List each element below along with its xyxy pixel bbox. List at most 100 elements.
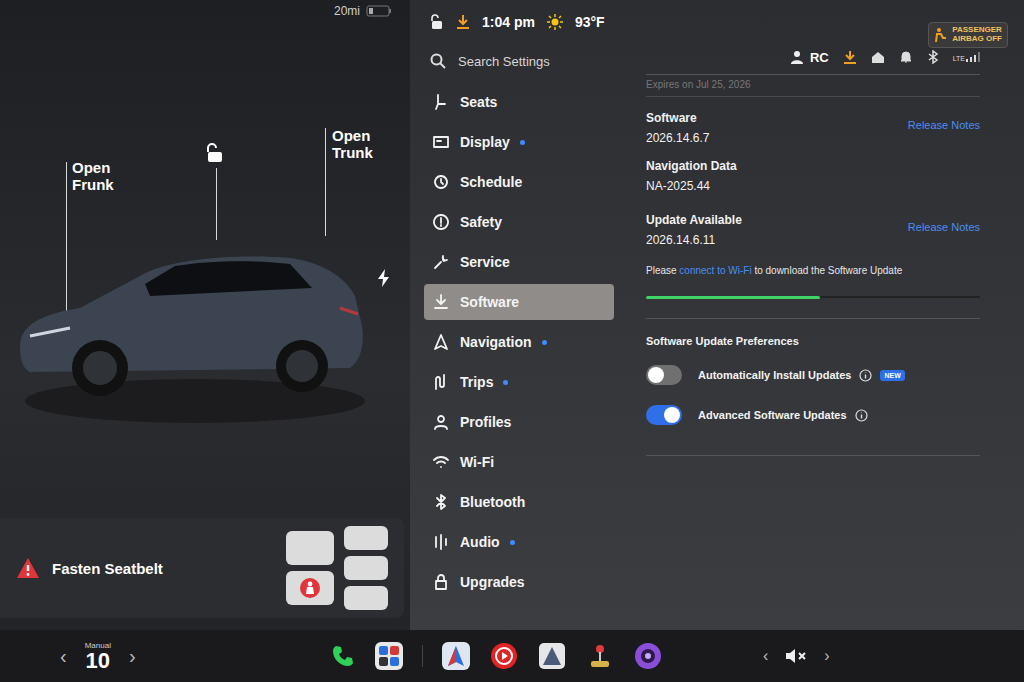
airbag-text-line: AIRBAG OFF	[952, 35, 1002, 44]
sidebar-item-label[interactable]: Display	[460, 134, 510, 150]
current-software-info: Software2026.14.6.7	[646, 111, 709, 145]
sidebar-item[interactable]: Navigation	[424, 324, 614, 360]
sidebar-item[interactable]: Bluetooth	[424, 484, 614, 520]
camera-icon[interactable]	[633, 641, 663, 671]
home-icon	[871, 50, 885, 64]
charge-port-button[interactable]	[376, 268, 392, 292]
media-app[interactable]	[489, 641, 519, 671]
toggle-switch[interactable]	[646, 405, 682, 425]
open-trunk-button[interactable]: Open Trunk	[332, 128, 392, 161]
update-release-notes-link[interactable]: Release Notes	[908, 221, 980, 233]
sidebar-item-label[interactable]: Wi-Fi	[460, 454, 494, 470]
cell-signal: LTE	[953, 52, 980, 62]
menu-icon	[432, 173, 450, 191]
sidebar-item-label[interactable]: Trips	[460, 374, 493, 390]
temp-down-button[interactable]: ‹	[60, 645, 67, 668]
message-text: to download the Software Update	[752, 265, 903, 276]
sidebar-item-label[interactable]: Bluetooth	[460, 494, 525, 510]
bolt-icon[interactable]	[376, 268, 392, 288]
lock-button[interactable]	[204, 142, 226, 168]
toybox-app[interactable]	[585, 641, 615, 671]
speaker-icon[interactable]	[784, 646, 808, 666]
camera-app[interactable]	[633, 641, 663, 671]
menu-icon	[432, 333, 450, 351]
toggle-knob[interactable]	[664, 407, 680, 423]
app-grid-icon[interactable]	[374, 641, 404, 671]
download-progress	[646, 296, 980, 298]
sidebar-item-label[interactable]: Upgrades	[460, 574, 525, 590]
preference-row: Automatically Install UpdatesNEW	[646, 355, 980, 395]
expires-text: Expires on Jul 25, 2026	[646, 75, 980, 97]
open-frunk-button[interactable]: Open Frunk	[72, 160, 132, 193]
toggle-knob[interactable]	[648, 367, 664, 383]
toggle-switch[interactable]	[646, 365, 682, 385]
warning-icon	[16, 557, 40, 579]
open-frunk-label[interactable]: Open Frunk	[72, 160, 132, 193]
search-field[interactable]: Search Settings	[424, 44, 614, 78]
sidebar-item[interactable]: Display	[424, 124, 614, 160]
sidebar-item-label[interactable]: Seats	[460, 94, 497, 110]
sidebar-item-label[interactable]: Schedule	[460, 174, 522, 190]
arcade-icon[interactable]	[537, 641, 567, 671]
profile-icon	[790, 50, 804, 64]
menu-icon	[432, 373, 450, 391]
status-bar: 1:04 pm93°FPASSENGERAIRBAG OFF	[410, 0, 1024, 44]
navigation-data-label: Navigation Data	[646, 159, 737, 173]
phone-icon[interactable]	[330, 643, 356, 669]
search-placeholder[interactable]: Search Settings	[458, 54, 550, 69]
sidebar-item[interactable]: Audio	[424, 524, 614, 560]
update-dot	[542, 340, 547, 345]
sidebar-item-label[interactable]: Profiles	[460, 414, 511, 430]
menu-icon	[432, 213, 450, 231]
joystick-icon[interactable]	[585, 641, 615, 671]
sidebar-item[interactable]: Schedule	[424, 164, 614, 200]
open-trunk-label[interactable]: Open Trunk	[332, 128, 392, 161]
navigation-app[interactable]	[441, 641, 471, 671]
sidebar-item[interactable]: Software	[424, 284, 614, 320]
car-image	[10, 196, 380, 436]
lock-icon[interactable]	[204, 142, 226, 164]
climate-mode[interactable]: Manual	[85, 641, 111, 650]
volume-down-button[interactable]: ‹	[763, 647, 768, 665]
info-icon[interactable]	[859, 369, 872, 382]
bottom-dock: ‹ Manual10 › ‹ ›	[0, 630, 1024, 682]
release-notes-link[interactable]: Release Notes	[908, 119, 980, 131]
phone-app[interactable]	[330, 643, 356, 669]
connect-wifi-link[interactable]: connect to Wi-Fi	[679, 265, 751, 276]
sidebar-item-label[interactable]: Safety	[460, 214, 502, 230]
sidebar-item[interactable]: Wi-Fi	[424, 444, 614, 480]
sidebar-item[interactable]: Seats	[424, 84, 614, 120]
play-icon[interactable]	[489, 641, 519, 671]
climate-readout[interactable]: Manual10	[85, 641, 111, 672]
frunk-leader-line	[66, 162, 67, 322]
vehicle-panel: 20miOpen FrunkOpen TrunkFasten Seatbelt	[0, 0, 410, 630]
sidebar-item-label[interactable]: Service	[460, 254, 510, 270]
volume-up-button[interactable]: ›	[824, 647, 829, 665]
message-text: Please	[646, 265, 679, 276]
climate-temperature[interactable]: 10	[86, 650, 110, 672]
sun-icon	[547, 14, 563, 30]
sidebar-item[interactable]: Trips	[424, 364, 614, 400]
seat	[286, 571, 334, 605]
preference-row: Advanced Software Updates	[646, 395, 980, 435]
info-icon[interactable]	[855, 409, 868, 422]
current-software: Software2026.14.6.7 Release Notes	[646, 97, 980, 145]
menu-icon	[432, 453, 450, 471]
seat	[344, 556, 388, 580]
sidebar-item[interactable]: Upgrades	[424, 564, 614, 600]
sidebar-item-label[interactable]: Audio	[460, 534, 500, 550]
sidebar-item-label[interactable]: Software	[460, 294, 519, 310]
dock-separator	[422, 645, 423, 667]
temp-up-button[interactable]: ›	[129, 645, 136, 668]
outside-temperature: 93°F	[575, 14, 605, 30]
sidebar-item[interactable]: Profiles	[424, 404, 614, 440]
sidebar-item-label[interactable]: Navigation	[460, 334, 532, 350]
navigation-app-icon[interactable]	[441, 641, 471, 671]
preferences-title: Software Update Preferences	[646, 319, 980, 355]
settings-sidebar: Search Settings Seats Display Schedule Safet…	[410, 44, 624, 630]
apps-launcher[interactable]	[374, 641, 404, 671]
sidebar-item[interactable]: Service	[424, 244, 614, 280]
profile-name[interactable]: RC	[810, 50, 829, 65]
arcade-app[interactable]	[537, 641, 567, 671]
sidebar-item[interactable]: Safety	[424, 204, 614, 240]
